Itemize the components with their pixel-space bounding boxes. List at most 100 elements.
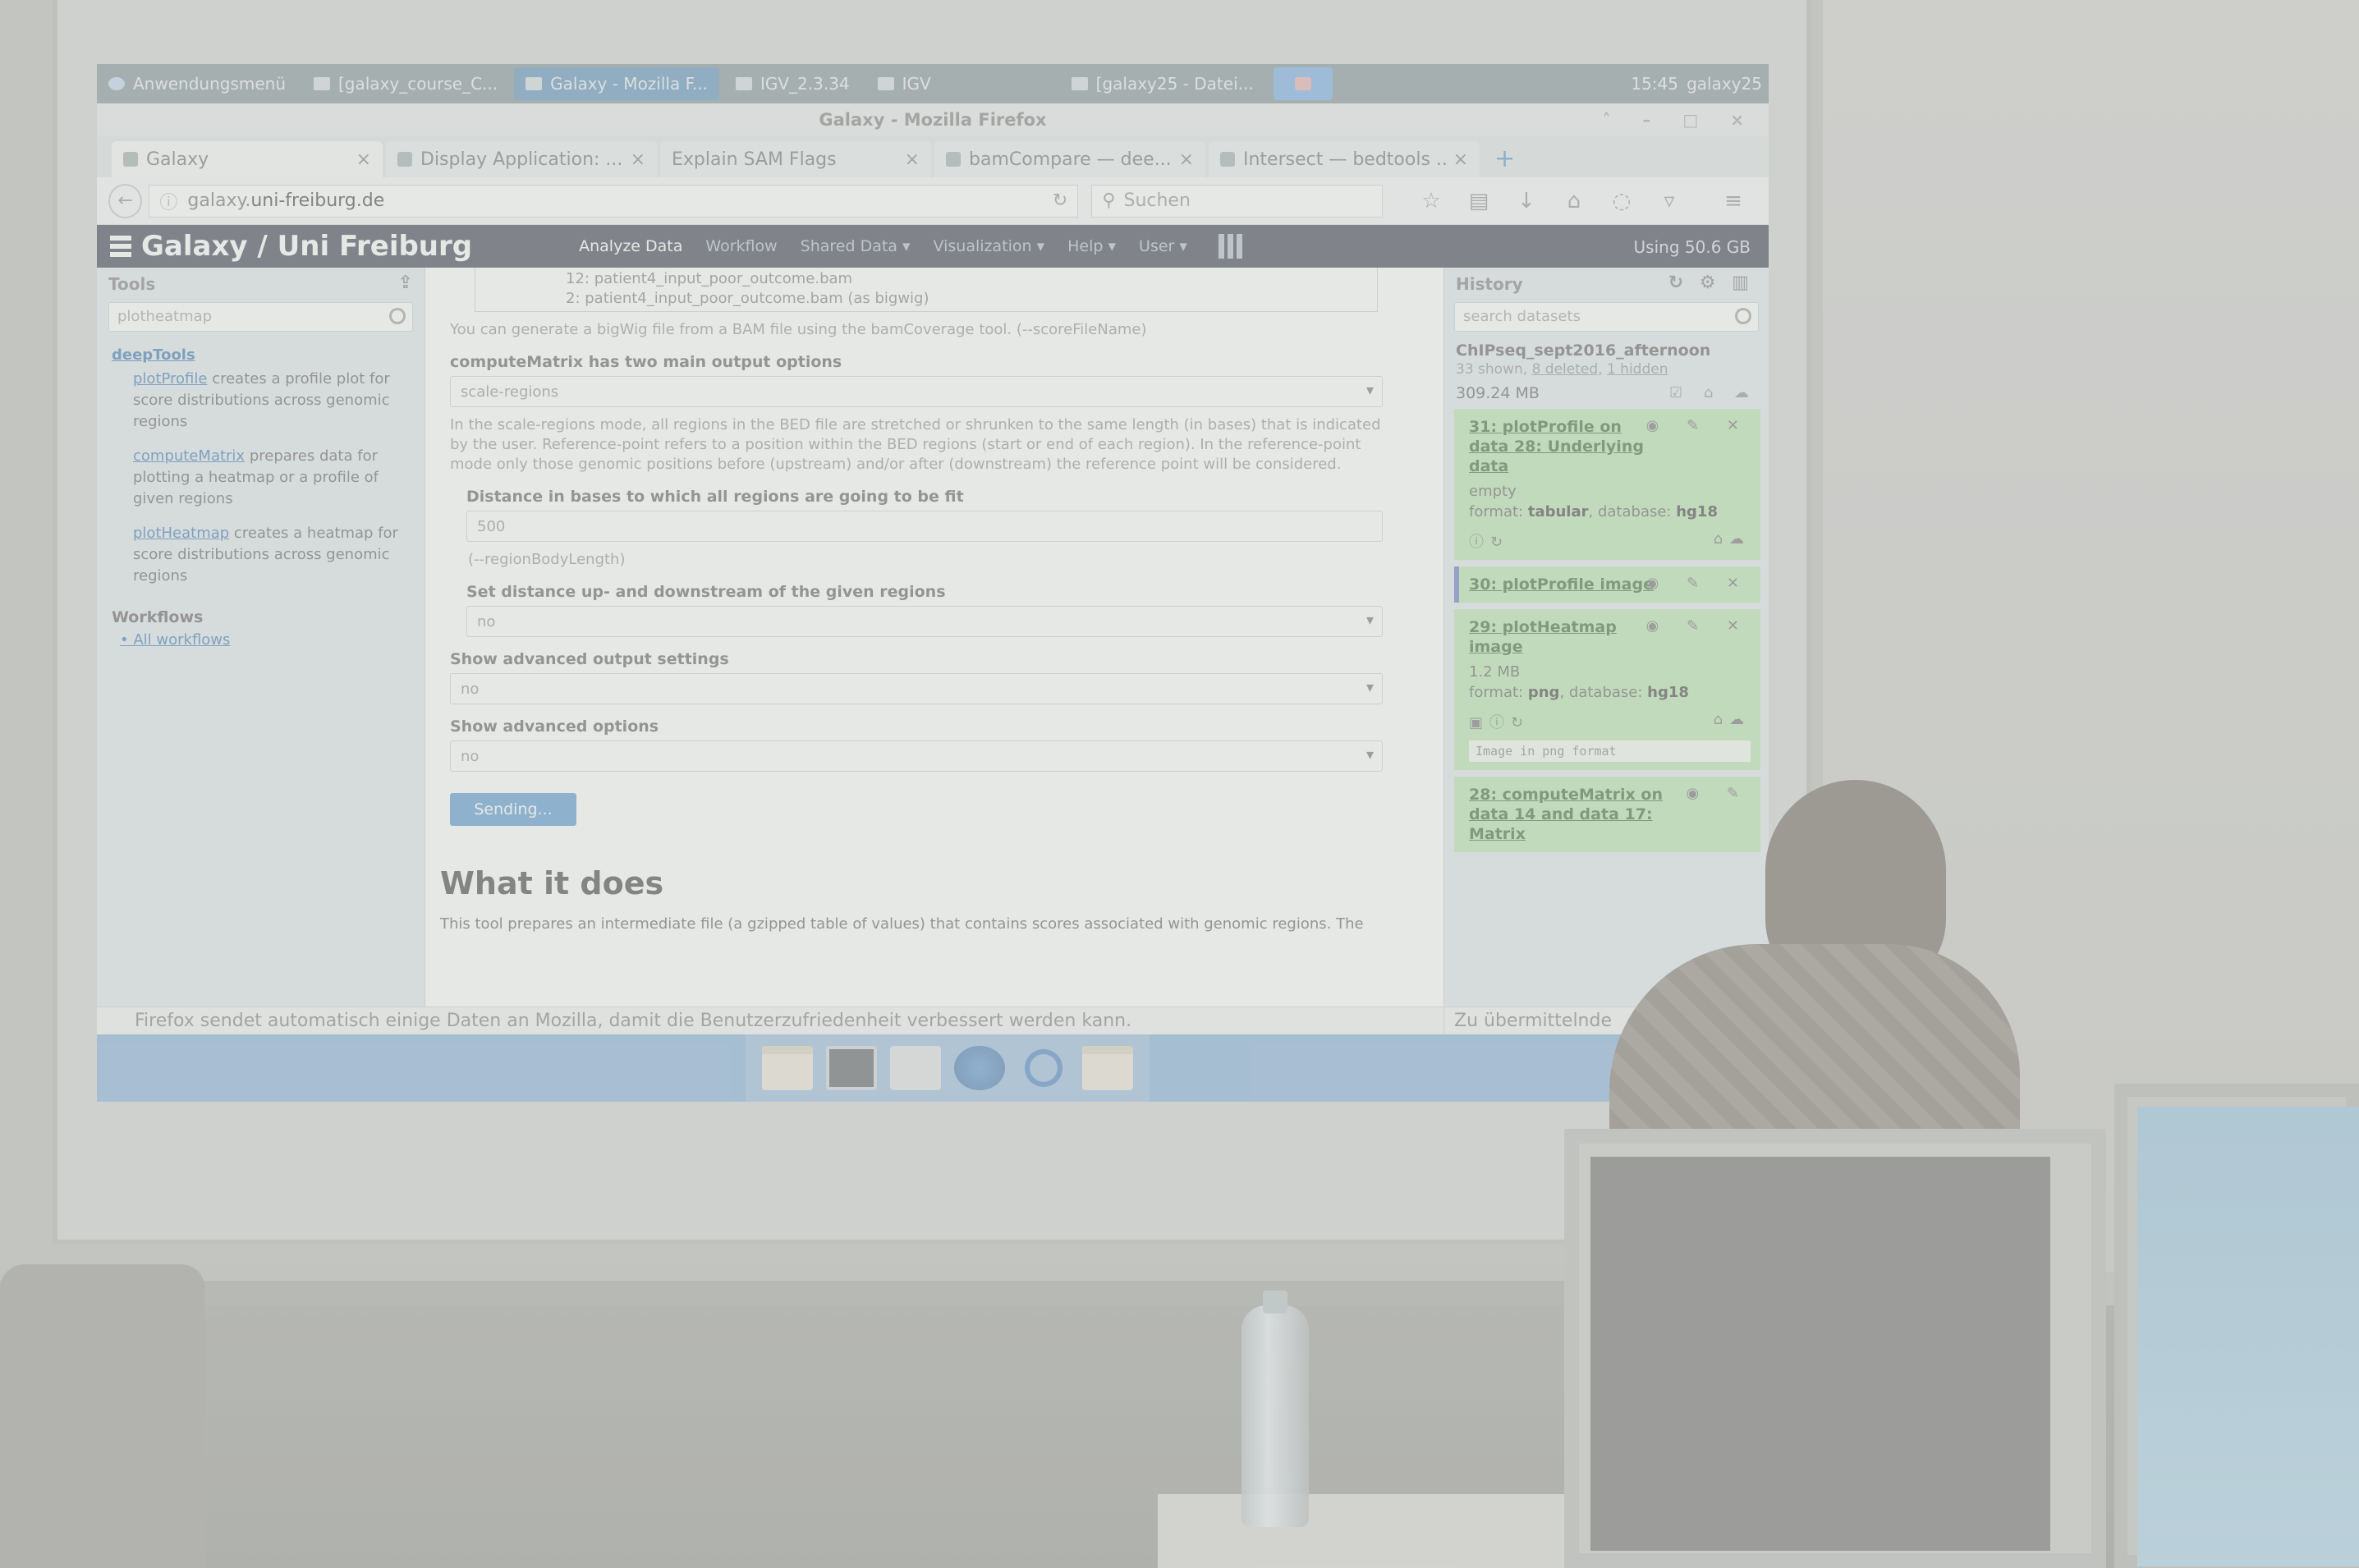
close-tab-icon[interactable]: × xyxy=(631,149,645,170)
dataset-actions[interactable]: ◉ ✎ ✕ xyxy=(1646,575,1751,592)
nav-workflow[interactable]: Workflow xyxy=(705,237,777,255)
updown-select[interactable]: no xyxy=(466,606,1383,637)
web-browser-icon[interactable] xyxy=(954,1046,1005,1090)
side-monitor-screen xyxy=(2137,1107,2359,1566)
nav-analyze-data[interactable]: Analyze Data xyxy=(579,237,682,255)
galaxy-logo-icon xyxy=(110,236,131,257)
tab-intersect-bedtools[interactable]: Intersect — bedtools ... × xyxy=(1209,141,1480,177)
home-folder-icon[interactable] xyxy=(762,1046,813,1090)
all-workflows-link[interactable]: • All workflows xyxy=(120,631,425,649)
execute-button[interactable]: Sending... xyxy=(450,793,576,826)
chat-icon[interactable]: ◌ xyxy=(1598,189,1645,213)
search-bar[interactable]: ⚲ Suchen xyxy=(1091,184,1383,218)
terminal-icon[interactable] xyxy=(826,1046,877,1090)
tab-bamcompare[interactable]: bamCompare — dee... × xyxy=(934,141,1205,177)
close-tab-icon[interactable]: × xyxy=(905,149,920,170)
home-icon[interactable]: ⌂ xyxy=(1550,189,1598,213)
dataset-tools[interactable]: ▣ⓘ↻ ⌂☁ xyxy=(1469,711,1751,732)
galaxy-favicon xyxy=(397,152,412,167)
tag-comment-icons[interactable]: ⌂☁ xyxy=(1714,711,1751,732)
tool-link-plotheatmap[interactable]: plotHeatmap xyxy=(133,525,229,542)
reload-icon[interactable]: ↻ xyxy=(1053,190,1067,211)
dataset-actions[interactable]: ◉ ✎ ✕ xyxy=(1646,617,1751,635)
advanced-options-select[interactable]: no xyxy=(450,740,1383,772)
nav-help[interactable]: Help ▾ xyxy=(1067,237,1116,255)
url-bar[interactable]: ⓘ galaxy.uni-freiburg.de ↻ xyxy=(149,184,1079,218)
bookmark-star-icon[interactable]: ☆ xyxy=(1407,189,1455,213)
task-5[interactable]: [galaxy25 - Datei... xyxy=(1060,67,1265,100)
tab-galaxy[interactable]: Galaxy × xyxy=(112,141,383,177)
info-icon[interactable]: ⓘ xyxy=(159,188,177,214)
clear-search-icon[interactable] xyxy=(1735,308,1751,324)
clear-search-icon[interactable] xyxy=(389,308,406,324)
hidden-link[interactable]: 1 hidden xyxy=(1607,361,1668,378)
water-bottle xyxy=(1241,1291,1309,1527)
input-file-list[interactable]: 12: patient4_input_poor_outcome.bam 2: p… xyxy=(475,268,1378,312)
output-mode-select[interactable]: scale-regions xyxy=(450,376,1383,407)
tool-section-deeptools[interactable]: deepTools xyxy=(112,346,410,364)
back-button[interactable]: ← xyxy=(108,183,143,218)
tag-comment-icons[interactable]: ⌂☁ xyxy=(1714,530,1751,552)
dataset-30[interactable]: 30: plotProfile image ◉ ✎ ✕ xyxy=(1454,566,1760,603)
what-it-does-heading: What it does xyxy=(440,865,664,901)
tool-computematrix: computeMatrix prepares data for plotting… xyxy=(133,447,379,507)
history-options-icons[interactable]: ↻ ⚙ ▥ xyxy=(1668,273,1754,293)
nav-shared-data[interactable]: Shared Data ▾ xyxy=(801,237,911,255)
advanced-output-select[interactable]: no xyxy=(450,673,1383,704)
galaxy-brand[interactable]: Galaxy / Uni Freiburg xyxy=(110,230,472,263)
distance-label: Distance in bases to which all regions a… xyxy=(466,488,964,506)
task-2[interactable]: Galaxy - Mozilla F... xyxy=(514,67,719,100)
close-tab-icon[interactable]: × xyxy=(1453,149,1468,170)
advanced-options-label: Show advanced options xyxy=(450,718,659,736)
clock: 15:45 xyxy=(1631,74,1678,94)
history-name[interactable]: ChIPseq_sept2016_afternoon xyxy=(1456,342,1757,360)
tool-link-plotprofile[interactable]: plotProfile xyxy=(133,370,207,387)
pocket-icon[interactable]: ▿ xyxy=(1645,189,1693,213)
upload-icon[interactable]: ⇪ xyxy=(398,273,413,293)
file-manager-icon[interactable] xyxy=(890,1046,941,1090)
distance-help: (--regionBodyLength) xyxy=(468,551,626,568)
close-tab-icon[interactable]: × xyxy=(1179,149,1194,170)
dock xyxy=(97,1034,1769,1102)
history-action-icons[interactable]: ☑ ⌂ ☁ xyxy=(1669,384,1757,401)
bookmarks-list-icon[interactable]: ▤ xyxy=(1455,189,1503,213)
hamburger-menu-icon[interactable]: ≡ xyxy=(1710,189,1757,213)
task-1[interactable]: [galaxy_course_C... xyxy=(302,67,509,100)
dataset-31[interactable]: 31: plotProfile on data 28: Underlying d… xyxy=(1454,409,1760,560)
nav-user[interactable]: User ▾ xyxy=(1139,237,1187,255)
save-info-icons[interactable]: ▣ⓘ↻ xyxy=(1469,711,1530,732)
search-icon[interactable] xyxy=(1018,1046,1069,1090)
deleted-link[interactable]: 8 deleted, xyxy=(1532,361,1603,378)
galaxy-favicon xyxy=(123,152,138,167)
output-options-label: computeMatrix has two main output option… xyxy=(450,353,842,371)
downloads-icon[interactable]: ↓ xyxy=(1503,189,1550,213)
taskbar: Anwendungsmenü [galaxy_course_C... Galax… xyxy=(97,64,1769,103)
history-header: History ↻ ⚙ ▥ xyxy=(1456,273,1754,294)
dataset-peek: Image in png format xyxy=(1469,740,1751,762)
tool-link-computematrix[interactable]: computeMatrix xyxy=(133,447,245,465)
application-menu[interactable]: Anwendungsmenü xyxy=(97,67,297,100)
tool-plotheatmap: plotHeatmap creates a heatmap for score … xyxy=(133,525,398,585)
dataset-tools[interactable]: ⓘ↻ ⌂☁ xyxy=(1469,530,1751,552)
monitor-back xyxy=(1590,1157,2050,1551)
tab-explain-sam-flags[interactable]: Explain SAM Flags × xyxy=(660,141,931,177)
info-icon[interactable]: ⓘ↻ xyxy=(1469,530,1509,552)
dataset-29[interactable]: 29: plotHeatmap image ◉ ✎ ✕ 1.2 MB forma… xyxy=(1454,609,1760,770)
history-search-input[interactable]: search datasets xyxy=(1454,302,1759,332)
tool-search-input[interactable]: plotheatmap xyxy=(108,302,413,332)
close-tab-icon[interactable]: × xyxy=(356,149,371,170)
chair xyxy=(0,1264,205,1568)
output-mode-help: In the scale-regions mode, all regions i… xyxy=(450,416,1381,473)
folder-icon[interactable] xyxy=(1082,1046,1133,1090)
apps-grid-icon[interactable] xyxy=(1218,234,1243,259)
window-icon xyxy=(877,77,894,90)
task-4[interactable]: IGV xyxy=(866,67,1055,100)
distance-input[interactable]: 500 xyxy=(466,511,1383,542)
tab-display-application[interactable]: Display Application: ... × xyxy=(386,141,657,177)
nav-visualization[interactable]: Visualization ▾ xyxy=(934,237,1045,255)
dataset-actions[interactable]: ◉ ✎ ✕ xyxy=(1646,417,1751,434)
keyboard-layout-button[interactable] xyxy=(1273,67,1333,100)
window-controls[interactable]: ˄ – □ × xyxy=(1602,103,1757,136)
new-tab-button[interactable]: + xyxy=(1494,141,1515,177)
task-3[interactable]: IGV_2.3.34 xyxy=(724,67,861,100)
